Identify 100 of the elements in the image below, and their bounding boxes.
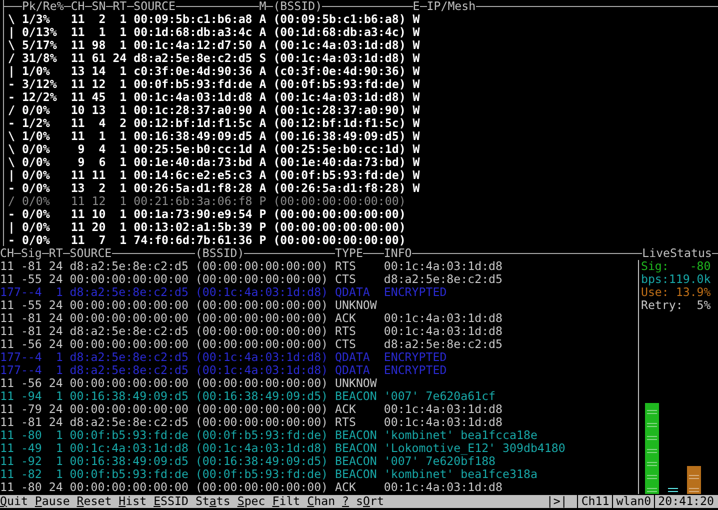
column-header: IP/Mesh <box>426 0 476 13</box>
node-row[interactable]: | 0/13% 11 1 1 00:1d:68:db:a3:4c A (00:1d:68:db:a3:4c) W <box>8 26 718 39</box>
table-cell: -81 <box>20 259 42 273</box>
table-cell: RTS <box>335 415 356 429</box>
table-cell: A <box>259 155 266 169</box>
table-cell: 00:1c:4a:03:1d:d8 <box>384 402 503 416</box>
table-cell: 0/0% <box>22 220 50 234</box>
menu-item[interactable]: Spec <box>237 495 266 508</box>
node-row[interactable]: \ 1/0% 11 1 1 00:16:38:49:09:d5 A (00:16:38:49:09:d5) W <box>8 130 718 143</box>
table-cell: ACK <box>335 311 356 325</box>
table-cell: S <box>259 51 266 65</box>
table-cell: 4 <box>98 116 106 130</box>
menu-item[interactable]: ? <box>342 495 350 508</box>
table-cell: 00:00:00:00:00:00 <box>70 480 188 494</box>
table-cell: A <box>259 77 266 91</box>
table-cell: 45 <box>92 90 106 104</box>
table-cell: P <box>259 220 266 234</box>
table-cell: 1 <box>56 467 63 481</box>
table-cell: (00:1c:4a:03:1d:d8) <box>273 51 406 65</box>
menu-item[interactable]: Filt <box>272 495 300 508</box>
node-row[interactable]: - 12/2% 11 45 1 00:1c:4a:03:1d:d8 A (00:1c:4a:03:1d:d8) W <box>8 91 718 104</box>
activity-spinner: \ <box>8 129 15 143</box>
menu-item[interactable]: sO rt <box>356 495 384 508</box>
table-cell: (00:1c:4a:03:1d:d8) <box>195 350 328 364</box>
node-row[interactable]: - 0/0% 11 10 1 00:1a:73:90:e9:54 P (00:00:00:00:00:00) <box>8 208 718 221</box>
table-cell: 24 <box>48 402 63 416</box>
table-cell: 9 <box>78 142 85 156</box>
table-cell: 00:1a:73:90:e9:54 <box>134 207 252 221</box>
menu-item[interactable]: Hist <box>118 495 147 508</box>
table-cell: CTS <box>335 272 356 286</box>
table-cell: 11 <box>70 90 85 104</box>
table-cell: 00:1d:68:db:a3:4c <box>134 25 252 39</box>
node-row[interactable]: | 0/0% 11 20 1 00:13:02:a1:5b:39 P (00:00:00:00:00:00) <box>8 221 718 234</box>
table-cell: 10 <box>70 103 85 117</box>
table-cell: 1 <box>120 25 127 39</box>
table-cell: 0/13% <box>22 25 57 39</box>
node-row[interactable]: - 1/2% 11 4 2 00:12:bf:1d:f1:5c A (00:12:bf:1d:f1:5c) W <box>8 117 718 130</box>
table-cell: 11 <box>0 337 14 351</box>
table-cell: 1 <box>120 181 127 195</box>
table-cell: QDATA <box>335 285 370 299</box>
table-cell: 11 <box>70 194 85 208</box>
activity-spinner: - <box>8 90 15 104</box>
activity-spinner: / <box>8 194 15 208</box>
table-cell: 11 <box>70 51 85 65</box>
node-row[interactable]: - 3/12% 11 12 1 00:0f:b5:93:fd:de A (00:0f:b5:93:fd:de) W <box>8 78 718 91</box>
status-value: -80 <box>690 260 711 273</box>
table-cell: -92 <box>20 454 42 468</box>
table-cell: 1 <box>120 155 127 169</box>
menu-item[interactable]: Stats <box>195 495 230 508</box>
table-cell: (00:00:00:00:00:00) <box>195 402 328 416</box>
node-row[interactable]: \ 0/0% 9 6 1 00:1e:40:da:73:bd A (00:1e:40:da:73:bd) W <box>8 156 718 169</box>
node-row[interactable]: | 0/0% 11 11 1 00:14:6c:e2:e5:c3 A (00:0f:b5:93:fd:de) W <box>8 169 718 182</box>
table-cell: 177 <box>0 363 21 377</box>
table-cell: W <box>412 77 420 91</box>
table-cell: --4 <box>20 285 42 299</box>
node-row[interactable]: - 0/0% 11 7 1 74:f0:6d:7b:61:36 P (00:00:00:00:00:00) <box>8 234 718 247</box>
table-cell: 00:14:6c:e2:e5:c3 <box>134 168 252 182</box>
node-row[interactable]: \ 5/17% 11 98 1 00:1c:4a:12:d7:50 A (00:1c:4a:03:1d:d8) W <box>8 39 718 52</box>
table-cell: (00:1c:4a:03:1d:d8) <box>195 363 328 377</box>
table-cell: A <box>259 142 266 156</box>
menu-item[interactable]: Quit <box>0 495 28 508</box>
table-cell: (00:1d:68:db:a3:4c) <box>273 25 406 39</box>
table-cell: 00:1c:4a:03:1d:d8 <box>70 441 188 455</box>
node-row[interactable]: \ 0/0% 9 4 1 00:25:5e:b0:cc:1d A (00:25:5e:b0:cc:1d) W <box>8 143 718 156</box>
table-cell: 00:00:00:00:00:00 <box>70 402 188 416</box>
table-cell: d8:a2:5e:8e:c2:d5 <box>70 350 188 364</box>
node-row[interactable]: / 31/8% 11 61 24 d8:a2:5e:8e:c2:d5 S (00:1c:4a:03:1d:d8) W <box>8 52 718 65</box>
table-cell: 177 <box>0 350 21 364</box>
menu-item[interactable]: Chan <box>307 495 336 508</box>
column-header: CH <box>70 0 85 13</box>
node-row[interactable]: / 0/0% 11 12 1 00:21:6b:3a:06:f8 P (00:00:00:00:00:00) <box>8 195 718 208</box>
table-cell: 0/0% <box>22 142 50 156</box>
node-row[interactable]: | 1/0% 13 14 1 c0:3f:0e:4d:90:36 A (c0:3f:0e:4d:90:36) W <box>8 65 718 78</box>
node-row[interactable]: \ 1/3% 11 2 1 00:09:5b:c1:b6:a8 A (00:09:5b:c1:b6:a8) W <box>8 13 718 26</box>
table-cell: 11 <box>0 428 14 442</box>
table-cell: W <box>412 103 420 117</box>
table-cell: (00:00:00:00:00:00) <box>195 415 328 429</box>
table-cell: (00:1c:4a:03:1d:d8) <box>273 38 406 52</box>
table-cell: 1 <box>56 363 63 377</box>
table-cell: 1 <box>56 454 63 468</box>
table-cell: 1 <box>120 168 127 182</box>
table-cell: (00:00:00:00:00:00) <box>195 272 328 286</box>
table-cell: BEACON <box>335 389 377 403</box>
column-header: RT <box>48 246 63 260</box>
table-cell: 24 <box>48 298 63 312</box>
menu-item[interactable]: Reset <box>76 495 112 508</box>
table-cell: 00:00:00:00:00:00 <box>70 376 188 390</box>
status-label: bps: <box>640 273 669 286</box>
table-cell: 00:1c:4a:12:d7:50 <box>134 38 252 52</box>
table-cell: 2 <box>98 181 106 195</box>
table-cell: 1/3% <box>22 12 50 26</box>
column-header: SOURCE <box>70 246 112 260</box>
table-cell: BEACON <box>335 428 377 442</box>
menu-item[interactable]: Pause <box>34 495 70 508</box>
node-row[interactable]: / 0/0% 10 13 1 00:1c:28:37:a0:90 A (00:1c:28:37:a0:90) W <box>8 104 718 117</box>
node-row[interactable]: - 0/0% 13 2 1 00:26:5a:d1:f8:28 A (00:26:5a:d1:f8:28) W <box>8 182 718 195</box>
menu-item[interactable]: ESSID <box>154 495 188 508</box>
table-cell: UNKNOW <box>335 376 377 390</box>
table-cell: 11 <box>0 311 14 325</box>
table-cell: 1 <box>120 129 127 143</box>
